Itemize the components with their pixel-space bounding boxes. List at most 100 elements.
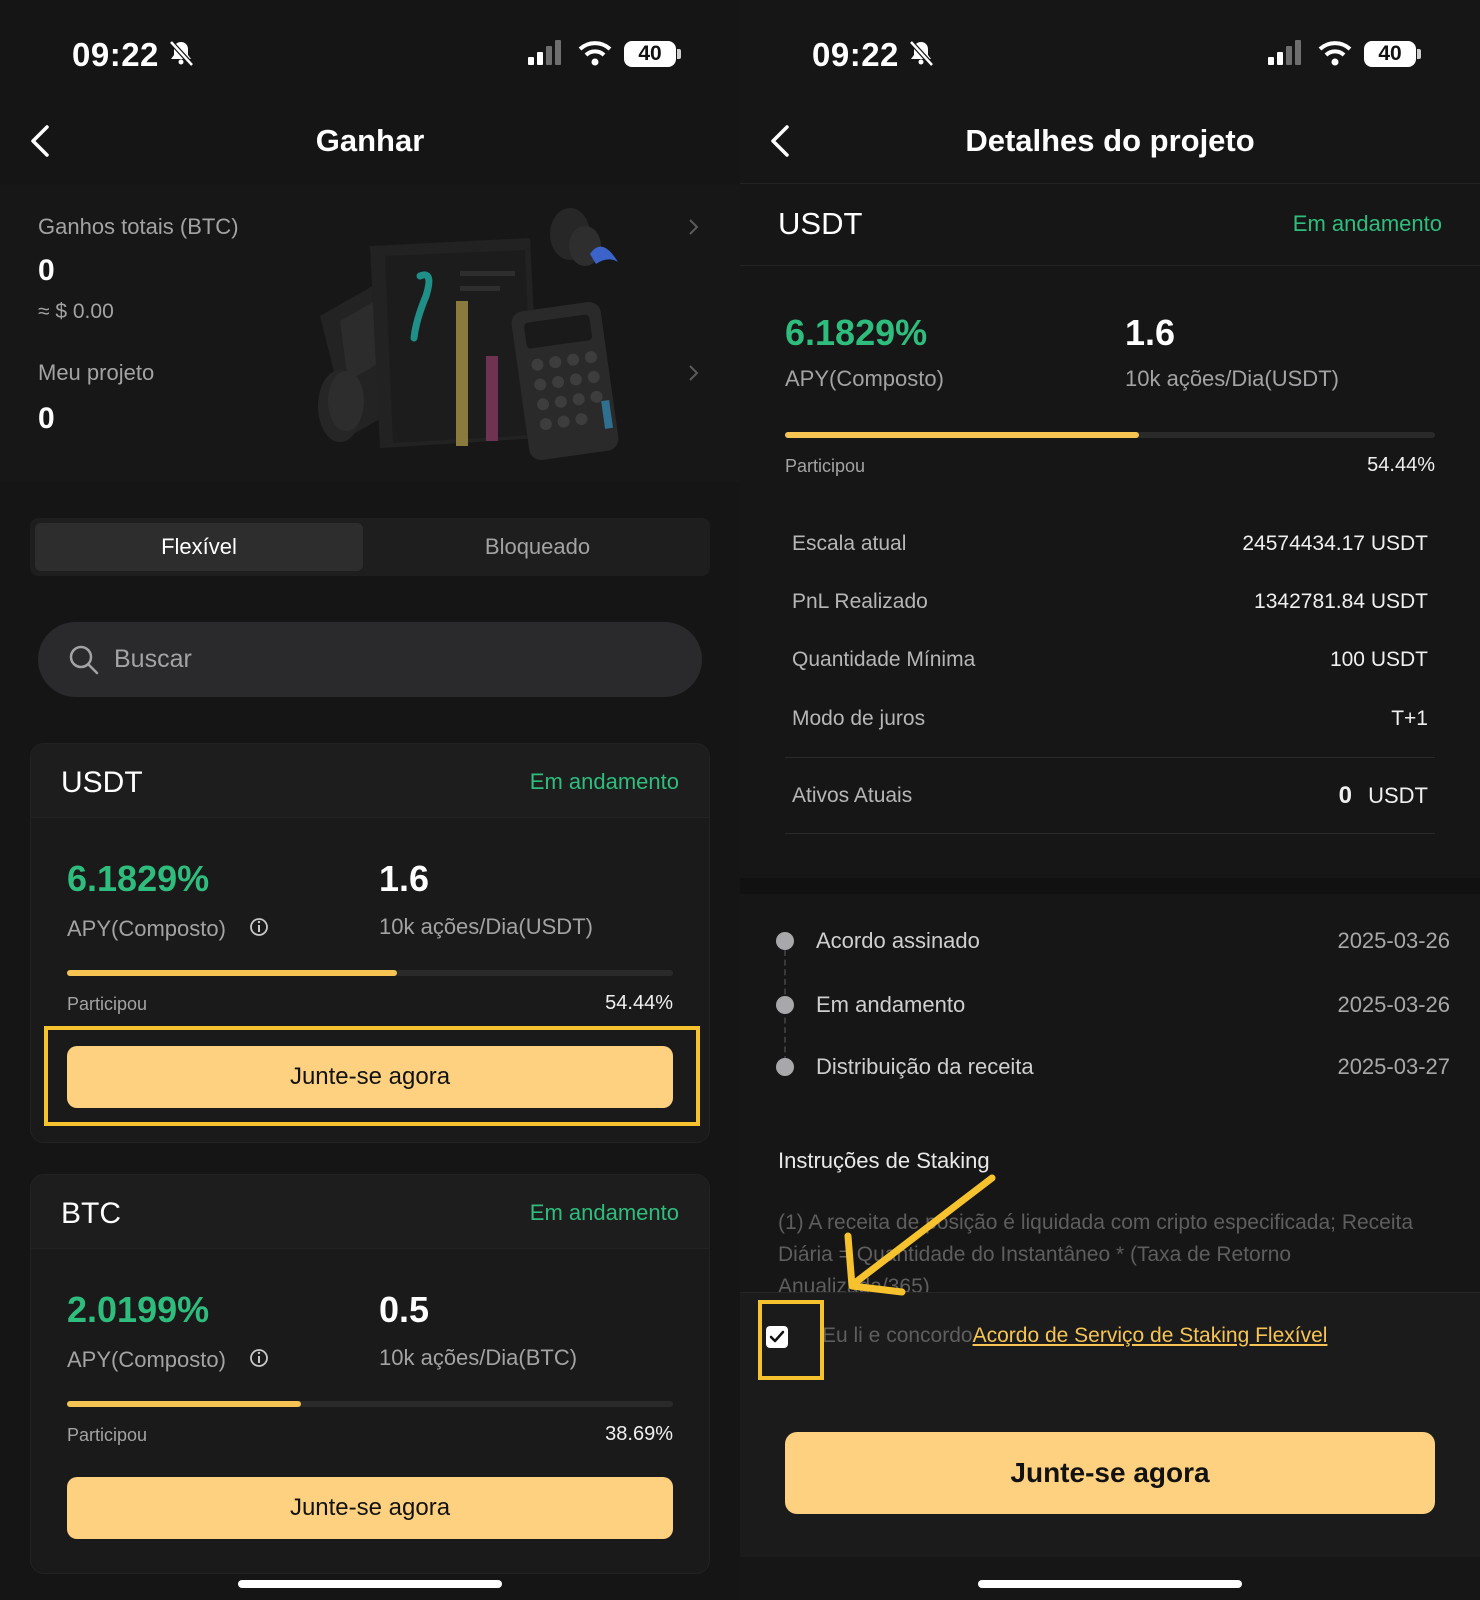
detail-value: T+1: [1391, 707, 1428, 730]
apy-value: 2.0199%: [67, 1289, 210, 1330]
reward-label: 10k ações/Dia(BTC): [379, 1345, 578, 1370]
timeline-date: 2025-03-27: [1337, 1054, 1450, 1079]
signal-icon: [528, 40, 561, 65]
home-indicator: [978, 1580, 1242, 1588]
total-earnings-usd: ≈ $ 0.00: [38, 300, 114, 323]
apy-label: APY(Composto): [67, 1347, 226, 1372]
participated-value: 54.44%: [1367, 454, 1435, 476]
apy-label: APY(Composto): [785, 366, 944, 391]
home-indicator: [238, 1580, 502, 1588]
search-bar[interactable]: Buscar: [38, 622, 702, 697]
total-earnings-value: 0: [38, 254, 55, 287]
battery-icon: 40: [1364, 41, 1416, 67]
participated-value: 38.69%: [605, 1423, 673, 1445]
tab-flexible[interactable]: Flexível: [35, 523, 363, 571]
agreement-prefix: Eu li e concordo: [822, 1324, 973, 1347]
bell-muted-icon: [909, 40, 934, 67]
total-earnings-label: Ganhos totais (BTC): [38, 214, 239, 239]
status-badge: Em andamento: [1292, 211, 1442, 236]
participation-fill: [785, 432, 1139, 438]
divider: [785, 757, 1435, 758]
detail-value: 1342781.84 USDT: [1254, 590, 1428, 613]
my-project-label[interactable]: Meu projeto: [38, 360, 154, 386]
page-title: Ganhar: [315, 123, 425, 158]
detail-value: 100 USDT: [1329, 648, 1428, 671]
reward-label: 10k ações/Dia(USDT): [379, 914, 593, 939]
divider: [740, 265, 1480, 266]
product-card-btc: BTC Em andamento 2.0199% APY(Composto) 0…: [30, 1174, 710, 1574]
status-badge: Em andamento: [529, 769, 679, 794]
timeline-label: Acordo assinado: [816, 928, 980, 953]
divider: [740, 183, 1480, 184]
card-header: USDT Em andamento: [31, 744, 709, 818]
assets-amount: 0: [1338, 782, 1352, 809]
agreement-footer: Eu li e concordoAcordo de Serviço de Sta…: [740, 1292, 1480, 1557]
product-tabs: Flexível Bloqueado: [30, 518, 710, 576]
status-time: 09:22: [812, 36, 899, 73]
participated-label: Participou: [785, 456, 866, 476]
apy-label: APY(Composto): [67, 916, 226, 941]
assets-value: 0 USDT: [1339, 782, 1428, 810]
coin-name: BTC: [61, 1197, 121, 1230]
search-input[interactable]: Buscar: [114, 645, 192, 674]
battery-tip: [677, 49, 681, 59]
reward-value: 1.6: [379, 858, 430, 899]
status-badge: Em andamento: [529, 1200, 679, 1225]
agreement-text: Eu li e concordoAcordo de Serviço de Sta…: [822, 1324, 1327, 1348]
join-now-button[interactable]: Junte-se agora: [785, 1432, 1435, 1514]
agreement-link[interactable]: Acordo de Serviço de Staking Flexível: [973, 1324, 1328, 1347]
detail-label: Escala atual: [792, 532, 907, 555]
timeline-date: 2025-03-26: [1337, 992, 1450, 1017]
coin-name: USDT: [61, 766, 143, 799]
battery-icon: 40: [624, 41, 676, 67]
highlight-box: [44, 1026, 700, 1126]
timeline-label: Em andamento: [816, 992, 966, 1017]
highlight-box: [758, 1300, 824, 1380]
wifi-icon: [1318, 41, 1352, 66]
coin-name: USDT: [778, 206, 863, 241]
timeline-dot: [776, 932, 794, 950]
detail-label: PnL Realizado: [792, 590, 928, 613]
join-now-button[interactable]: Junte-se agora: [67, 1477, 673, 1539]
timeline-dot: [776, 1058, 794, 1076]
participation-bar: [67, 1401, 673, 1407]
info-icon[interactable]: [249, 917, 269, 937]
timeline-label: Distribuição da receita: [816, 1054, 1034, 1079]
reward-label: 10k ações/Dia(USDT): [1125, 366, 1339, 391]
chevron-right-icon[interactable]: [688, 364, 700, 382]
chevron-right-icon[interactable]: [688, 218, 700, 236]
detail-value: 24574434.17 USDT: [1242, 532, 1428, 555]
section-separator: [740, 878, 1480, 894]
search-icon: [69, 645, 99, 675]
assets-label: Ativos Atuais: [792, 784, 913, 807]
status-time: 09:22: [72, 36, 159, 73]
participated-value: 54.44%: [605, 992, 673, 1014]
participated-label: Participou: [67, 1425, 148, 1445]
wifi-icon: [578, 41, 612, 66]
timeline-date: 2025-03-26: [1337, 928, 1450, 953]
apy-value: 6.1829%: [67, 858, 210, 899]
detail-label: Modo de juros: [792, 707, 926, 730]
participation-bar: [785, 432, 1435, 438]
bell-muted-icon: [169, 40, 194, 67]
earn-screen: 09:22 40 Ganhar Ganhos totais (BTC) 0 ≈ …: [0, 0, 740, 1600]
participation-bar: [67, 970, 673, 976]
participated-label: Participou: [67, 994, 148, 1014]
signal-icon: [1268, 40, 1301, 65]
project-details-screen: 09:22 40 Detalhes do projeto USDT Em and…: [740, 0, 1480, 1600]
reward-value: 1.6: [1125, 312, 1176, 353]
my-project-value: 0: [38, 402, 55, 435]
apy-value: 6.1829%: [785, 312, 928, 353]
annotation-arrow-icon: [844, 1174, 996, 1296]
info-icon[interactable]: [249, 1348, 269, 1368]
reward-value: 0.5: [379, 1289, 430, 1330]
page-title: Detalhes do projeto: [965, 123, 1255, 158]
participation-fill: [67, 1401, 302, 1407]
battery-tip: [1417, 49, 1421, 59]
participation-fill: [67, 970, 397, 976]
timeline-dot: [776, 996, 794, 1014]
tab-locked[interactable]: Bloqueado: [370, 523, 705, 571]
finance-illustration: [318, 208, 619, 460]
divider: [785, 833, 1435, 834]
assets-unit: USDT: [1368, 783, 1428, 808]
